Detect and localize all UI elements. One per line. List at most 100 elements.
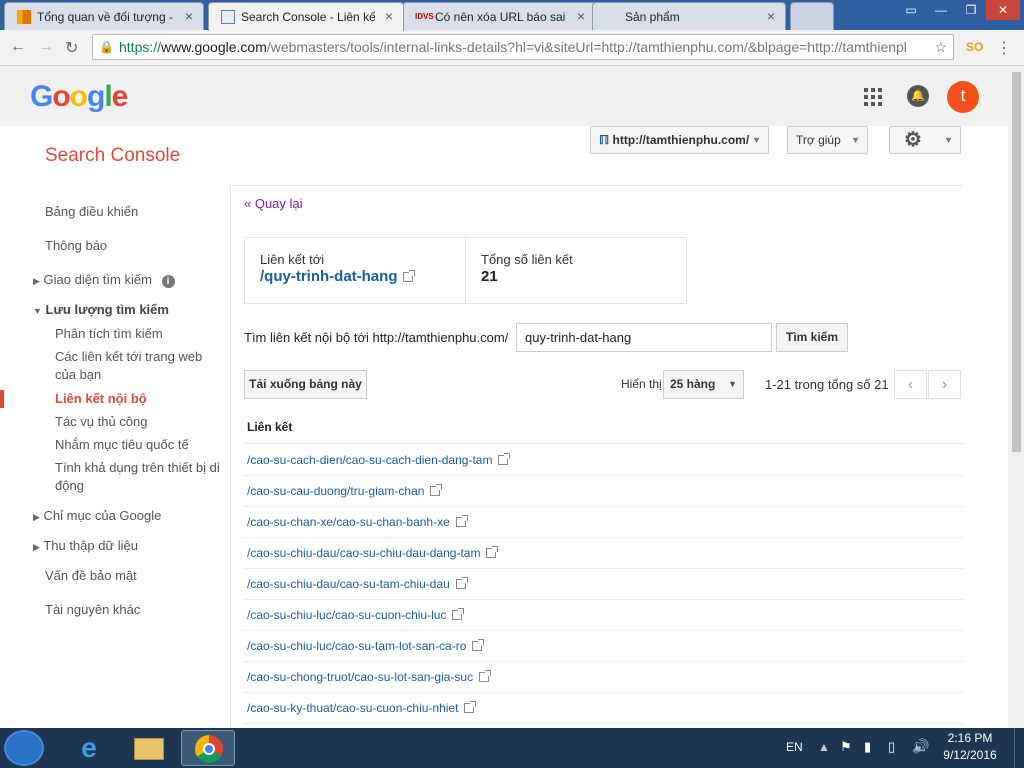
show-desktop-button[interactable] — [1014, 728, 1024, 768]
sidebar-item-search-appearance[interactable]: ▶ Giao diện tìm kiếm i — [33, 271, 175, 290]
browser-tab-products[interactable]: Sản phẩm × — [592, 2, 786, 30]
active-item-marker — [0, 390, 4, 408]
next-page-button[interactable]: › — [928, 370, 961, 399]
sidebar-item-messages[interactable]: Thông báo — [45, 237, 107, 255]
notifications-bell-icon[interactable]: 🔔 — [907, 85, 929, 107]
external-link-icon[interactable] — [455, 577, 468, 589]
external-link-icon[interactable] — [430, 484, 443, 496]
sidebar-item-search-analytics[interactable]: Phân tích tìm kiếm — [55, 325, 163, 343]
new-tab-button[interactable] — [790, 2, 834, 30]
sidebar-item-google-index[interactable]: ▶ Chỉ mục của Google — [33, 507, 161, 526]
external-link-icon[interactable] — [455, 515, 468, 527]
chrome-taskbar-icon[interactable] — [181, 730, 235, 766]
windows-start-icon[interactable] — [4, 730, 44, 766]
external-link-icon[interactable] — [472, 639, 485, 651]
volume-icon[interactable]: 🔊 — [912, 738, 929, 755]
sidebar-item-security-issues[interactable]: Vấn đề bảo mật — [45, 567, 137, 585]
table-row[interactable]: /cao-su-chan-xe/cao-su-chan-banh-xe — [244, 507, 963, 538]
sidebar-item-crawl[interactable]: ▶ Thu thập dữ liệu — [33, 537, 138, 556]
sidebar-item-links-to-site[interactable]: Các liên kết tới trang web của bạn — [55, 348, 202, 384]
browser-tab-search-console[interactable]: Search Console - Liên kết × — [208, 2, 404, 31]
table-row[interactable]: /cao-su-chong-truot/cao-su-lot-san-gia-s… — [244, 662, 963, 693]
maximize-icon[interactable]: ❐ — [956, 0, 986, 20]
taskbar: e EN ▲ ⚑ ▮ ▯ 🔊 2:16 PM 9/12/2016 — [0, 728, 1024, 768]
sidebar-item-dashboard[interactable]: Bảng điều khiển — [45, 203, 138, 221]
address-bar[interactable]: 🔒 https://www.google.com/webmasters/tool… — [92, 34, 954, 60]
sidebar: Bảng điều khiển Thông báo ▶ Giao diện tì… — [0, 186, 231, 728]
table-row[interactable]: /cao-su-ky-thuat/cao-su-cuon-chiu-nhiet — [244, 693, 963, 724]
external-link-icon[interactable] — [479, 670, 492, 682]
extension-icon[interactable]: SO — [966, 40, 983, 54]
external-link-icon[interactable] — [464, 701, 477, 713]
table-row[interactable]: /cao-su-cau-duong/tru-giam-chan — [244, 476, 963, 507]
internet-explorer-icon[interactable]: e — [62, 730, 116, 766]
browser-tab-analytics[interactable]: Tổng quan về đối tượng - × — [4, 2, 204, 30]
summary-box: Liên kết tới /quy-trinh-dat-hang Tổng số… — [244, 237, 687, 304]
sidebar-item-other-resources[interactable]: Tài nguyên khác — [45, 601, 140, 619]
info-icon[interactable]: i — [161, 275, 175, 288]
search-console-icon — [221, 10, 235, 24]
action-center-icon[interactable]: ⚑ — [840, 739, 852, 755]
search-input[interactable] — [516, 323, 772, 352]
tray-arrow-icon[interactable]: ▲ — [818, 740, 830, 754]
network-icon[interactable]: ▮ — [864, 739, 871, 755]
browser-tab-idvs[interactable]: IDVS Có nên xóa URL báo sai t × — [402, 2, 596, 30]
system-clock[interactable]: 2:16 PM 9/12/2016 — [938, 730, 1002, 764]
url-scheme: https:// — [119, 39, 162, 55]
table-row[interactable]: /cao-su-chiu-luc/cao-su-cuon-chiu-luc — [244, 600, 963, 631]
product-title[interactable]: Search Console — [45, 145, 180, 167]
menu-icon[interactable]: ⋮ — [996, 38, 1012, 58]
minimize-icon[interactable]: — — [926, 0, 956, 20]
sidebar-item-international-targeting[interactable]: Nhắm mục tiêu quốc tế — [55, 436, 189, 454]
forward-arrow-icon[interactable]: → — [38, 38, 54, 56]
search-button[interactable]: Tìm kiếm — [776, 323, 848, 352]
chevron-down-icon: ▼ — [944, 135, 953, 145]
links-column-header: Liên kết — [244, 414, 963, 444]
google-header: Google 🔔 t — [0, 66, 1008, 126]
apps-grid-icon[interactable] — [864, 88, 882, 106]
sidebar-item-mobile-usability[interactable]: Tính khả dụng trên thiết bị di động — [55, 459, 220, 495]
bookmark-star-icon[interactable]: ☆ — [934, 35, 947, 59]
language-indicator[interactable]: EN — [786, 740, 803, 754]
google-logo[interactable]: Google — [30, 80, 128, 114]
close-tab-icon[interactable]: × — [577, 8, 585, 24]
external-link-icon[interactable] — [498, 453, 511, 465]
help-button[interactable]: Trợ giúp ▼ — [787, 126, 868, 154]
search-console-bar: Search Console ℿ http://tamthienphu.com/… — [0, 126, 1008, 186]
idvs-icon: IDVS — [415, 12, 434, 21]
scrollbar-thumb[interactable] — [1012, 72, 1021, 452]
external-link-icon[interactable] — [403, 270, 416, 282]
close-tab-icon[interactable]: × — [385, 8, 393, 24]
pagination-range: 1-21 trong tổng số 21 — [765, 377, 889, 392]
total-links-value: 21 — [481, 268, 498, 285]
close-tab-icon[interactable]: × — [767, 8, 775, 24]
total-links-cell: Tổng số liên kết 21 — [466, 238, 686, 303]
back-link[interactable]: « Quay lại — [244, 196, 303, 211]
sidebar-item-search-traffic[interactable]: ▼ Lưu lượng tìm kiếm — [33, 301, 169, 320]
download-table-button[interactable]: Tải xuống bảng này — [244, 370, 367, 399]
site-selector[interactable]: ℿ http://tamthienphu.com/ ▼ — [590, 126, 769, 154]
url-domain: www.google.com — [161, 39, 267, 55]
table-row[interactable]: /cao-su-chiu-luc/cao-su-tam-lot-san-ca-r… — [244, 631, 963, 662]
profile-icon[interactable]: ▭ — [896, 0, 926, 20]
sidebar-item-internal-links[interactable]: Liên kết nội bộ — [55, 390, 147, 408]
total-links-label: Tổng số liên kết — [481, 252, 573, 267]
back-arrow-icon[interactable]: ← — [10, 38, 26, 56]
battery-icon[interactable]: ▯ — [888, 739, 895, 755]
close-window-icon[interactable]: ✕ — [986, 0, 1020, 20]
avatar[interactable]: t — [947, 81, 979, 113]
external-link-icon[interactable] — [452, 608, 465, 620]
prev-page-button[interactable]: ‹ — [894, 370, 927, 399]
links-to-value[interactable]: /quy-trinh-dat-hang — [260, 268, 465, 285]
close-tab-icon[interactable]: × — [185, 8, 193, 24]
sidebar-item-manual-actions[interactable]: Tác vụ thủ công — [55, 413, 148, 431]
external-link-icon[interactable] — [486, 546, 499, 558]
table-row[interactable]: /cao-su-chiu-dau/cao-su-chiu-dau-dang-ta… — [244, 538, 963, 569]
table-row[interactable]: /cao-su-cach-dien/cao-su-cach-dien-dang-… — [244, 445, 963, 476]
reload-icon[interactable]: ↻ — [65, 38, 78, 58]
gear-icon: ⚙ — [904, 129, 922, 151]
table-row[interactable]: /cao-su-chiu-dau/cao-su-tam-chiu-dau — [244, 569, 963, 600]
file-explorer-icon[interactable] — [122, 730, 176, 766]
settings-button[interactable]: ⚙ ▼ — [889, 126, 961, 154]
rows-per-page-select[interactable]: 25 hàng ▼ — [663, 370, 744, 399]
